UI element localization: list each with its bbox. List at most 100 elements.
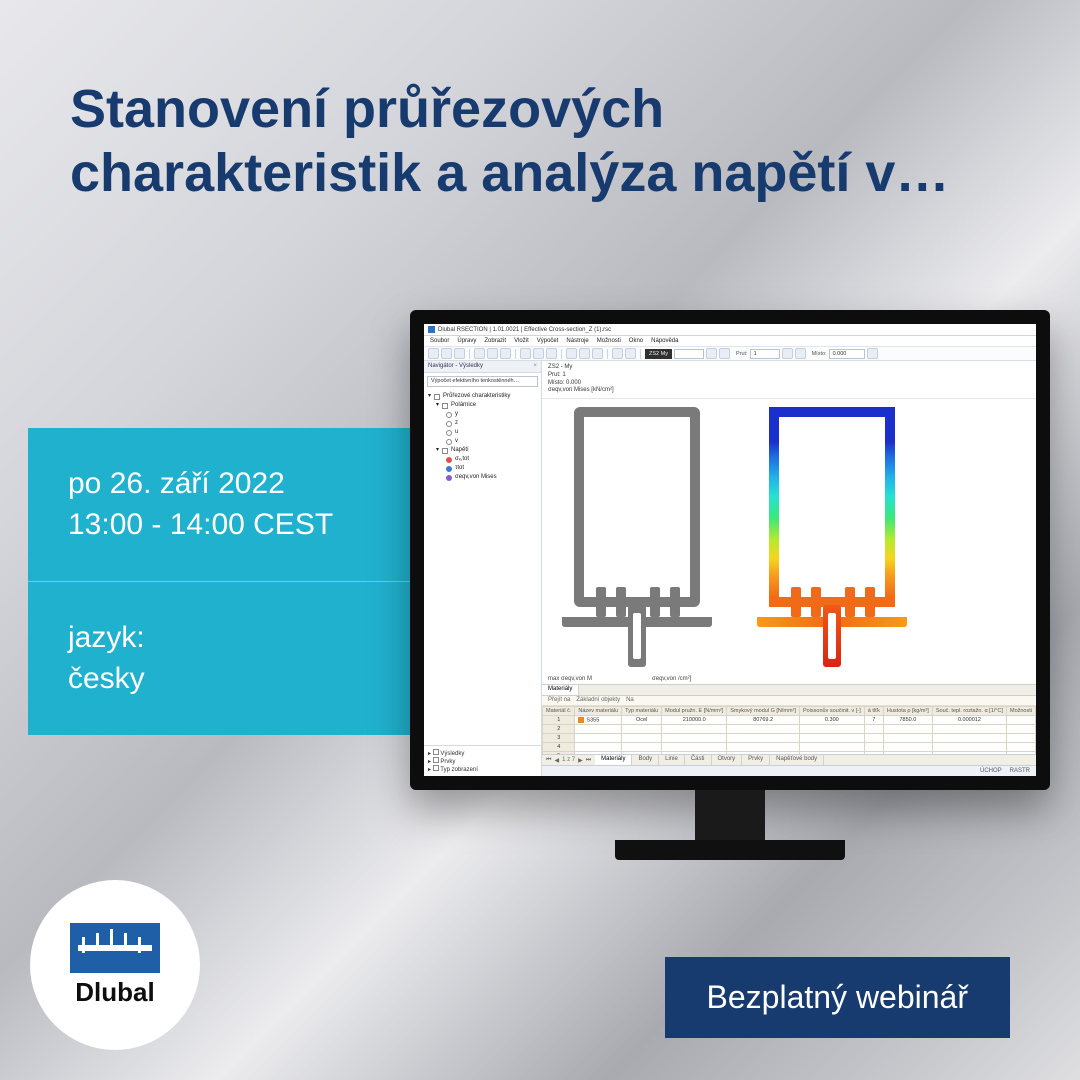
loadcase-next-combo[interactable] xyxy=(674,349,704,359)
calc-icon[interactable] xyxy=(566,348,577,359)
model-canvas[interactable]: max σeqv,von M σeqv,von /cm²] xyxy=(542,399,1036,684)
sub-prejit[interactable]: Přejít na xyxy=(548,697,570,704)
status-rastr[interactable]: RASTR xyxy=(1010,768,1030,774)
tree-root[interactable]: ▾ Průřezové charakteristiky xyxy=(428,392,537,401)
app-menubar[interactable]: Soubor Úpravy Zobrazit Vložit Výpočet Ná… xyxy=(424,336,1036,347)
canvas-header: ZS2 - My Prut: 1 Místo: 0.000 σeqv,von M… xyxy=(542,361,1036,399)
data-panel-bottom-tabs[interactable]: ⏮ ◀ 1 z 7 ▶ ⏭ Materiály Body Linie Části… xyxy=(542,754,1036,765)
menu-vlozit[interactable]: Vložit xyxy=(514,338,529,344)
monitor-stand-neck xyxy=(695,790,765,840)
nav-vysledky[interactable]: ▸ Výsledky xyxy=(428,749,537,757)
menu-soubor[interactable]: Soubor xyxy=(430,338,449,344)
webinar-date: po 26. září 2022 xyxy=(68,464,388,505)
toolbar-separator xyxy=(515,349,516,359)
app-title: Dlubal RSECTION | 1.01.0021 | Effective … xyxy=(438,327,611,333)
tree-axis-y[interactable]: y xyxy=(428,410,537,419)
tree-axis-z[interactable]: z xyxy=(428,419,537,428)
tree-napeti[interactable]: ▾ Napětí xyxy=(428,446,537,455)
cut-icon[interactable] xyxy=(520,348,531,359)
toolbar-separator xyxy=(607,349,608,359)
tab-materialy[interactable]: Materiály xyxy=(542,685,579,695)
tree-tau[interactable]: τtot xyxy=(428,464,537,473)
status-uchop[interactable]: ÚCHOP xyxy=(980,768,1002,774)
loadcase-combo[interactable]: ZS2 My xyxy=(645,349,672,359)
material-swatch-icon xyxy=(578,717,584,723)
navigator-tree[interactable]: ▾ Průřezové charakteristiky ▾ Polárnice … xyxy=(424,390,541,484)
webinar-time: 13:00 - 14:00 CEST xyxy=(68,505,388,546)
dlubal-logo-icon xyxy=(70,923,160,973)
menu-upravy[interactable]: Úpravy xyxy=(457,338,476,344)
menu-vypocet[interactable]: Výpočet xyxy=(537,338,559,344)
menu-napoveda[interactable]: Nápověda xyxy=(651,338,678,344)
prut-combo[interactable]: 1 xyxy=(750,349,780,359)
undo-icon[interactable] xyxy=(487,348,498,359)
webinar-info-panel: po 26. září 2022 13:00 - 14:00 CEST jazy… xyxy=(28,428,428,735)
copy-icon[interactable] xyxy=(533,348,544,359)
misto-combo[interactable]: 0.000 xyxy=(829,349,865,359)
settings-icon[interactable] xyxy=(867,348,878,359)
tree-polarnice[interactable]: ▾ Polárnice xyxy=(428,401,537,410)
toolbar-separator xyxy=(469,349,470,359)
sub-zaklad[interactable]: Základní objekty xyxy=(576,697,620,704)
app-titlebar: Dlubal RSECTION | 1.01.0021 | Effective … xyxy=(424,324,1036,336)
tree-axis-u[interactable]: u xyxy=(428,428,537,437)
results-icon[interactable] xyxy=(579,348,590,359)
redo-icon[interactable] xyxy=(500,348,511,359)
chevron-left-icon[interactable] xyxy=(782,348,793,359)
data-panel-subbar: Přejít na Základní objekty Na xyxy=(542,696,1036,706)
tree-vonmises[interactable]: σeqv,von Mises xyxy=(428,473,537,482)
first-icon[interactable]: ⏮ xyxy=(546,757,551,764)
pager[interactable]: ⏮ ◀ 1 z 7 ▶ ⏭ xyxy=(542,755,595,765)
menu-nastroje[interactable]: Nástroje xyxy=(566,338,588,344)
dlubal-logo-badge: Dlubal xyxy=(30,880,200,1050)
menu-moznosti[interactable]: Možnosti xyxy=(597,338,621,344)
grid-header-row: Materiál č. Název materiálu Typ materiál… xyxy=(543,707,1036,716)
webinar-datetime: po 26. září 2022 13:00 - 14:00 CEST xyxy=(28,428,428,581)
view-icon[interactable] xyxy=(592,348,603,359)
menu-zobrazit[interactable]: Zobrazit xyxy=(484,338,506,344)
grid-row-1[interactable]: 1 S355 Ocel 210000.0 80769.2 0.300 7 785… xyxy=(543,716,1036,725)
nav-prvky[interactable]: ▸ Prvky xyxy=(428,757,537,765)
btab-linie[interactable]: Linie xyxy=(659,755,685,765)
last-icon[interactable]: ⏭ xyxy=(586,757,591,764)
pencil-icon[interactable] xyxy=(612,348,623,359)
chevron-left-icon[interactable] xyxy=(706,348,717,359)
nav-typ-zobrazeni[interactable]: ▸ Typ zobrazení xyxy=(428,765,537,773)
open-icon[interactable] xyxy=(441,348,452,359)
tree-axis-v[interactable]: v xyxy=(428,437,537,446)
grid-row-empty[interactable]: 3 xyxy=(543,734,1036,743)
free-webinar-button[interactable]: Bezplatný webinář xyxy=(665,957,1010,1038)
btab-casti[interactable]: Části xyxy=(685,755,712,765)
cross-section-stress xyxy=(757,407,907,667)
chevron-right-icon[interactable] xyxy=(795,348,806,359)
paste-icon[interactable] xyxy=(546,348,557,359)
app-icon xyxy=(428,326,435,333)
tree-sigma[interactable]: σₓ,tot xyxy=(428,455,537,464)
new-icon[interactable] xyxy=(428,348,439,359)
next-icon[interactable]: ▶ xyxy=(578,757,583,764)
navigator-bottom: ▸ Výsledky ▸ Prvky ▸ Typ zobrazení xyxy=(424,745,541,776)
canvas-line4: σeqv,von Mises [kN/cm²] xyxy=(548,387,1030,395)
grid-row-empty[interactable]: 2 xyxy=(543,725,1036,734)
btab-prvky[interactable]: Prvky xyxy=(742,755,770,765)
btab-body[interactable]: Body xyxy=(632,755,659,765)
data-panel-tabs[interactable]: Materiály xyxy=(542,685,1036,696)
navigator-filter-combo[interactable]: Výpočet efektivního tenkostěnnéh… xyxy=(427,376,538,387)
prev-icon[interactable]: ◀ xyxy=(554,757,559,764)
chevron-right-icon[interactable] xyxy=(719,348,730,359)
btab-napetove-body[interactable]: Napěťové body xyxy=(770,755,824,765)
print-icon[interactable] xyxy=(474,348,485,359)
sub-na[interactable]: Na xyxy=(626,697,634,704)
close-icon[interactable]: × xyxy=(534,363,538,369)
grid-row-empty[interactable]: 4 xyxy=(543,743,1036,752)
highlight-icon[interactable] xyxy=(625,348,636,359)
dlubal-logo-text: Dlubal xyxy=(75,977,154,1008)
menu-okno[interactable]: Okno xyxy=(629,338,643,344)
materials-grid[interactable]: Materiál č. Název materiálu Typ materiál… xyxy=(542,706,1036,754)
btab-otvory[interactable]: Otvory xyxy=(712,755,743,765)
misto-label: Místo: xyxy=(812,351,827,357)
data-panel: Materiály Přejít na Základní objekty Na … xyxy=(542,684,1036,776)
btab-materialy[interactable]: Materiály xyxy=(595,755,632,765)
navigator-title: Navigátor - Výsledky × xyxy=(424,361,541,373)
save-icon[interactable] xyxy=(454,348,465,359)
